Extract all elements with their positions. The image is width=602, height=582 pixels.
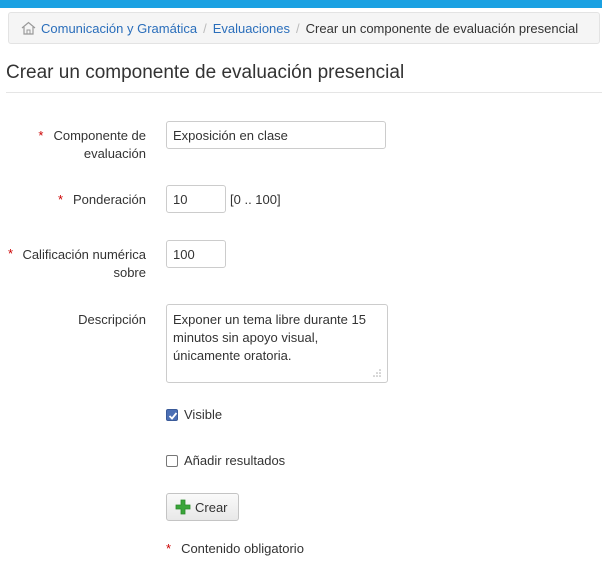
description-label: Descripción [78,312,146,327]
breadcrumb: Comunicación y Gramática / Evaluaciones … [8,12,600,44]
required-mark: * [166,541,172,556]
component-name-input[interactable] [166,121,386,149]
resize-grip-icon[interactable] [372,366,382,377]
visible-option[interactable]: Visible [166,407,222,422]
description-textarea[interactable]: Exponer un tema libre durante 15 minutos… [166,304,388,383]
required-mark: * [57,192,63,207]
create-button[interactable]: Crear [166,493,239,521]
home-icon[interactable] [21,21,36,35]
grade-label-line2: sobre [113,265,146,280]
breadcrumb-separator: / [296,20,300,36]
grade-label-line1: Calificación numérica [22,247,146,262]
add-results-option[interactable]: Añadir resultados [166,453,285,468]
weight-label: * Ponderación [58,191,146,209]
component-label-line2: evaluación [83,146,146,161]
add-results-label: Añadir resultados [184,453,286,468]
visible-checkbox[interactable] [166,408,178,421]
page-title: Crear un componente de evaluación presen… [6,62,405,83]
breadcrumb-link-evaluations[interactable]: Evaluaciones [213,21,290,36]
weight-input[interactable] [166,185,226,213]
breadcrumb-link-course[interactable]: Comunicación y Gramática [41,21,197,36]
add-results-checkbox[interactable] [166,454,178,467]
required-mark: * [38,128,44,143]
required-note: * Contenido obligatorio [166,541,304,557]
top-accent-bar [0,0,602,8]
visible-label: Visible [184,407,223,422]
breadcrumb-separator: / [203,20,207,36]
weight-range-hint: [0 .. 100] [230,192,281,207]
grade-label: Calificación numérica sobre [22,246,146,282]
component-label-line1: Componente de [53,128,146,143]
required-mark: * [8,246,14,261]
title-divider [6,92,602,93]
required-note-text: Contenido obligatorio [181,541,304,556]
component-label: * Componente de evaluación [38,127,146,163]
breadcrumb-current: Crear un componente de evaluación presen… [305,20,579,36]
plus-icon [175,499,191,515]
create-button-label: Crear [195,499,228,515]
weight-label-text: Ponderación [73,192,146,207]
grade-max-input[interactable] [166,240,226,268]
